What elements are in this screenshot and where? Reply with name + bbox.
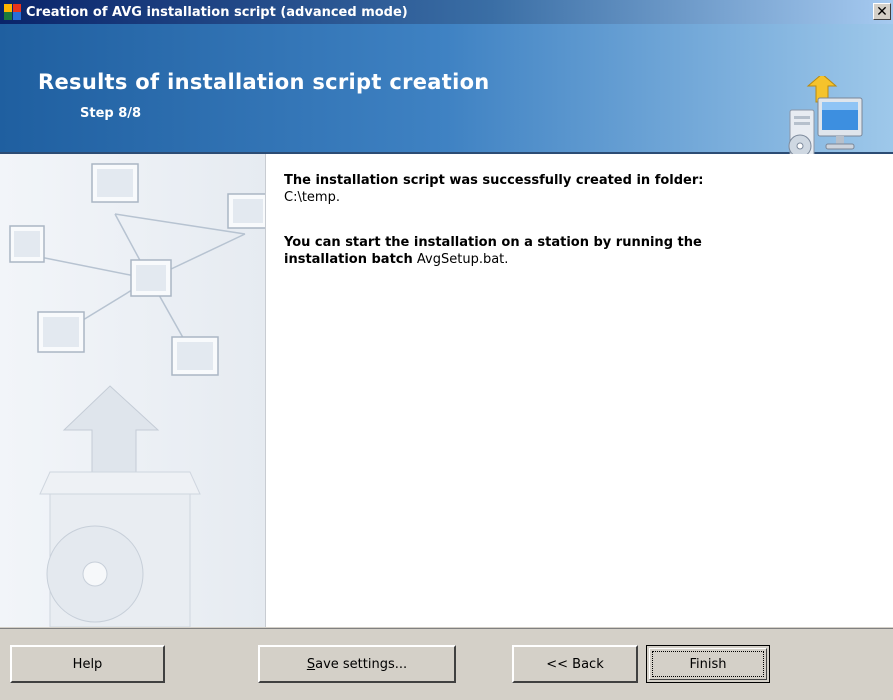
finish-button-label: Finish (689, 656, 727, 672)
content-area: The installation script was successfully… (266, 154, 893, 627)
avg-app-icon (4, 4, 22, 20)
finish-button[interactable]: Finish (646, 645, 770, 683)
instruction-message: You can start the installation on a stat… (284, 234, 702, 268)
window-title: Creation of AVG installation script (adv… (26, 4, 408, 20)
help-button-label: Help (72, 656, 103, 672)
batch-filename: AvgSetup.bat. (416, 252, 509, 267)
network-illustration (9, 163, 265, 627)
instruction-text-a: You can start the installation on a stat… (284, 235, 702, 250)
success-message: The installation script was successfully… (284, 172, 703, 206)
back-button[interactable]: << Back (512, 645, 638, 683)
close-icon: ✕ (876, 4, 888, 20)
save-settings-label: Save settings... (306, 656, 408, 672)
header-banner: Results of installation script creation … (0, 24, 893, 159)
side-illustration-panel (0, 154, 266, 627)
save-settings-button[interactable]: Save settings... (258, 645, 456, 683)
close-button[interactable]: ✕ (873, 3, 891, 20)
title-bar: Creation of AVG installation script (adv… (0, 0, 893, 24)
instruction-text-b: installation batch (284, 252, 413, 267)
folder-path: C:\temp. (284, 190, 340, 205)
page-title: Results of installation script creation (38, 70, 490, 94)
help-button[interactable]: Help (10, 645, 165, 683)
back-button-label: << Back (546, 656, 604, 672)
button-bar: Help Save settings... << Back Finish (0, 628, 893, 700)
success-text: The installation script was successfully… (284, 173, 704, 188)
step-indicator: Step 8/8 (80, 106, 142, 121)
